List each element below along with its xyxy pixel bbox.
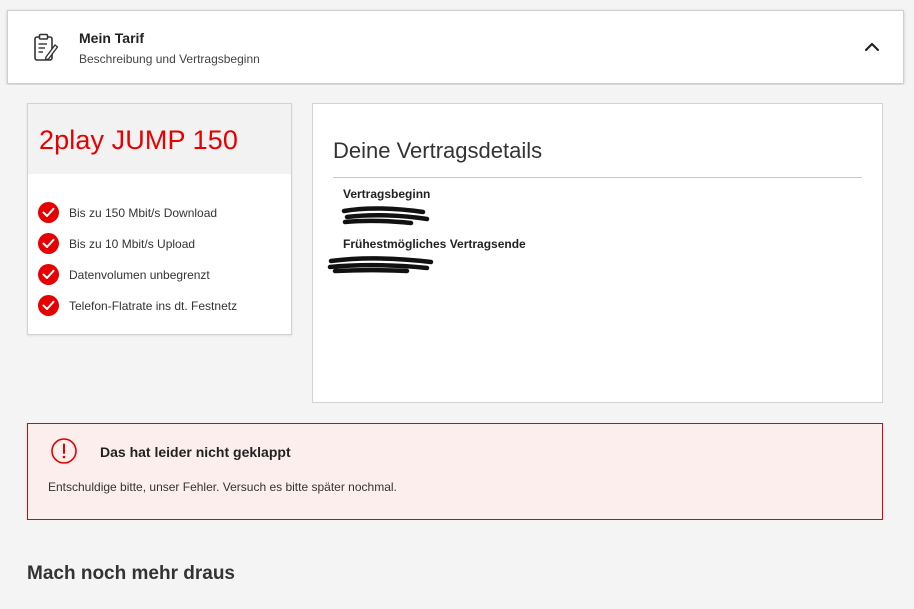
checkmark-icon	[38, 233, 59, 254]
list-item: Bis zu 150 Mbit/s Download	[38, 197, 291, 228]
contract-details-title: Deine Vertragsdetails	[333, 138, 543, 163]
tariff-card: 2play JUMP 150 Bis zu 150 Mbit/s Downloa…	[27, 103, 292, 335]
feature-text: Bis zu 10 Mbit/s Upload	[69, 236, 196, 251]
error-notification: Das hat leider nicht geklappt Entschuldi…	[27, 423, 883, 520]
exclamation-circle-icon	[51, 438, 77, 464]
accordion-title: Mein Tarif	[79, 30, 145, 46]
list-item: Bis zu 10 Mbit/s Upload	[38, 228, 291, 259]
error-title: Das hat leider nicht geklappt	[100, 444, 291, 460]
contract-start-label: Vertragsbeginn	[343, 187, 431, 201]
section-title: Mach noch mehr draus	[27, 563, 235, 584]
checkmark-icon	[38, 264, 59, 285]
accordion-subtitle: Beschreibung und Vertragsbeginn	[79, 52, 260, 66]
divider	[333, 177, 862, 178]
clipboard-pen-icon	[34, 33, 59, 61]
list-item: Telefon-Flatrate ins dt. Festnetz	[38, 290, 291, 321]
accordion-content: 2play JUMP 150 Bis zu 150 Mbit/s Downloa…	[0, 85, 914, 609]
error-message: Entschuldige bitte, unser Fehler. Versuc…	[48, 480, 397, 494]
page: Mein Tarif Beschreibung und Vertragsbegi…	[0, 0, 914, 609]
feature-text: Telefon-Flatrate ins dt. Festnetz	[69, 298, 238, 313]
feature-text: Bis zu 150 Mbit/s Download	[69, 205, 218, 220]
checkmark-icon	[38, 295, 59, 316]
chevron-up-icon[interactable]	[863, 38, 881, 56]
redacted-contract-start	[341, 206, 430, 226]
list-item: Datenvolumen unbegrenzt	[38, 259, 291, 290]
tariff-name: 2play JUMP 150	[39, 125, 239, 155]
feature-text: Datenvolumen unbegrenzt	[69, 267, 210, 282]
contract-end-label: Frühestmögliches Vertragsende	[343, 237, 526, 251]
redacted-contract-end	[327, 256, 434, 274]
contract-details-card: Deine Vertragsdetails Vertragsbeginn Frü…	[312, 103, 883, 403]
tariff-card-header: 2play JUMP 150	[28, 104, 291, 174]
tariff-feature-list: Bis zu 150 Mbit/s Download Bis zu 10 Mbi…	[28, 174, 291, 321]
tariff-accordion-header[interactable]: Mein Tarif Beschreibung und Vertragsbegi…	[7, 10, 904, 84]
checkmark-icon	[38, 202, 59, 223]
